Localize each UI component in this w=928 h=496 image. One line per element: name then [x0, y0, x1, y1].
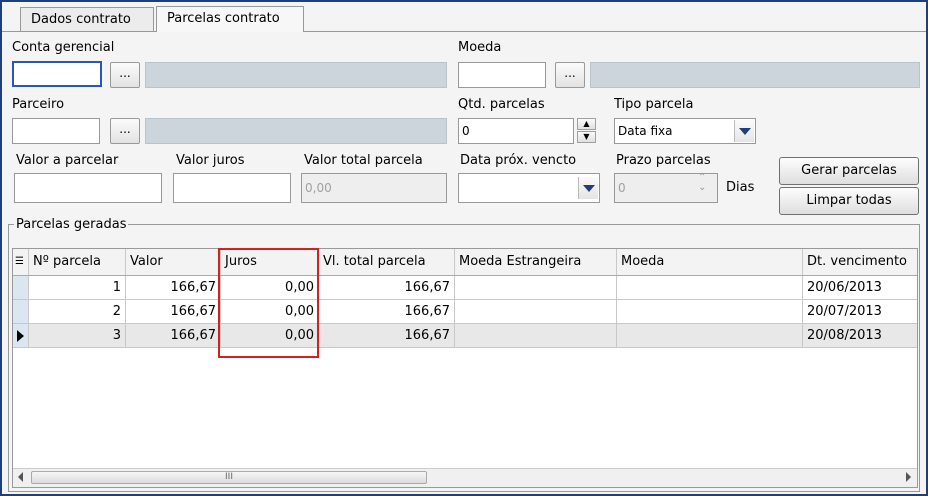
col-moeda-estrangeira[interactable]: Moeda Estrangeira	[455, 249, 617, 275]
valor-juros-input[interactable]	[173, 173, 291, 203]
prazo-spin-icon: ⌃ ⌄	[698, 172, 707, 193]
chevron-down-icon[interactable]	[734, 120, 754, 142]
col-valor[interactable]: Valor	[126, 249, 221, 275]
cell-nparcela[interactable]: 1	[29, 276, 126, 300]
parceiro-label: Parceiro	[12, 97, 65, 112]
row-selector[interactable]	[13, 276, 29, 300]
column-chooser-icon[interactable]: ☰	[13, 249, 29, 275]
col-dt-vencimento[interactable]: Dt. vencimento	[803, 249, 917, 275]
conta-gerencial-input[interactable]	[12, 61, 102, 87]
col-moeda[interactable]: Moeda	[617, 249, 803, 275]
cell-moeda[interactable]	[617, 276, 803, 300]
moeda-input[interactable]	[458, 62, 546, 88]
parcelas-grid: ☰ Nº parcela Valor Juros Vl. total parce…	[12, 248, 918, 488]
row-selector[interactable]	[13, 324, 29, 348]
table-row[interactable]: 1 166,67 0,00 166,67 20/06/2013	[13, 276, 917, 300]
tipo-parcela-value: Data fixa	[618, 124, 673, 138]
valor-a-parcelar-label: Valor a parcelar	[16, 153, 119, 168]
spin-down-icon[interactable]: ▼	[577, 131, 596, 143]
horizontal-scrollbar[interactable]: III	[13, 468, 917, 487]
tab-dados-contrato[interactable]: Dados contrato	[20, 7, 154, 31]
tipo-parcela-select[interactable]: Data fixa	[614, 118, 756, 144]
tab-parcelas-contrato[interactable]: Parcelas contrato	[156, 6, 304, 32]
col-vl-total-parcela[interactable]: Vl. total parcela	[319, 249, 455, 275]
prazo-parcelas-label: Prazo parcelas	[616, 153, 711, 168]
moeda-lookup-button[interactable]: ...	[555, 62, 585, 88]
cell-moeda-estrangeira[interactable]	[455, 324, 617, 348]
scrollbar-thumb[interactable]: III	[31, 471, 427, 484]
cell-moeda[interactable]	[617, 300, 803, 324]
table-row[interactable]: 2 166,67 0,00 166,67 20/07/2013	[13, 300, 917, 324]
moeda-description	[590, 62, 920, 88]
cell-moeda-estrangeira[interactable]	[455, 276, 617, 300]
cell-dt-vencimento[interactable]: 20/08/2013	[803, 324, 917, 348]
valor-a-parcelar-input[interactable]	[14, 173, 162, 203]
cell-juros[interactable]: 0,00	[221, 300, 319, 324]
conta-gerencial-lookup-button[interactable]: ...	[110, 62, 140, 88]
scroll-left-icon[interactable]	[18, 472, 23, 482]
conta-gerencial-description	[145, 62, 447, 88]
valor-total-parcela-label: Valor total parcela	[304, 153, 423, 168]
cell-vl-total[interactable]: 166,67	[319, 300, 455, 324]
cell-dt-vencimento[interactable]: 20/07/2013	[803, 300, 917, 324]
prazo-unit-label: Dias	[726, 180, 755, 195]
col-juros[interactable]: Juros	[221, 249, 319, 275]
grid-header: ☰ Nº parcela Valor Juros Vl. total parce…	[13, 249, 917, 276]
table-row-current[interactable]: 3 166,67 0,00 166,67 20/08/2013	[13, 324, 917, 348]
cell-valor[interactable]: 166,67	[126, 276, 221, 300]
parceiro-input[interactable]	[12, 118, 100, 144]
cell-juros[interactable]: 0,00	[221, 324, 319, 348]
valor-juros-label: Valor juros	[176, 153, 245, 168]
col-nparcela[interactable]: Nº parcela	[29, 249, 126, 275]
gerar-parcelas-button[interactable]: Gerar parcelas	[779, 157, 919, 185]
parcelas-geradas-title: Parcelas geradas	[14, 217, 129, 232]
cell-vl-total[interactable]: 166,67	[319, 324, 455, 348]
conta-gerencial-label: Conta gerencial	[12, 40, 115, 55]
tab-bar: Dados contrato Parcelas contrato	[2, 2, 926, 32]
cell-juros[interactable]: 0,00	[221, 276, 319, 300]
scroll-right-icon[interactable]	[906, 472, 911, 482]
qtd-parcelas-spinner[interactable]: ▲ ▼	[577, 118, 596, 144]
valor-total-parcela-input: 0,00	[301, 173, 447, 203]
tipo-parcela-label: Tipo parcela	[614, 97, 694, 112]
parceiro-lookup-button[interactable]: ...	[110, 118, 140, 144]
parceiro-description	[145, 118, 447, 144]
row-selector[interactable]	[13, 300, 29, 324]
cell-nparcela[interactable]: 2	[29, 300, 126, 324]
calendar-dropdown-icon[interactable]	[578, 177, 598, 199]
moeda-label: Moeda	[458, 40, 502, 55]
spin-up-icon[interactable]: ▲	[577, 118, 596, 130]
cell-valor[interactable]: 166,67	[126, 300, 221, 324]
limpar-todas-button[interactable]: Limpar todas	[779, 187, 919, 215]
cell-dt-vencimento[interactable]: 20/06/2013	[803, 276, 917, 300]
cell-moeda-estrangeira[interactable]	[455, 300, 617, 324]
tab-divider	[2, 31, 926, 32]
current-row-indicator-icon	[17, 330, 24, 342]
contract-window: Dados contrato Parcelas contrato Conta g…	[0, 0, 928, 496]
cell-vl-total[interactable]: 166,67	[319, 276, 455, 300]
data-prox-vencto-input[interactable]	[458, 173, 600, 203]
cell-moeda[interactable]	[617, 324, 803, 348]
cell-valor[interactable]: 166,67	[126, 324, 221, 348]
qtd-parcelas-input[interactable]: 0	[458, 118, 574, 144]
data-prox-vencto-label: Data próx. vencto	[460, 153, 577, 168]
qtd-parcelas-label: Qtd. parcelas	[458, 97, 545, 112]
cell-nparcela[interactable]: 3	[29, 324, 126, 348]
